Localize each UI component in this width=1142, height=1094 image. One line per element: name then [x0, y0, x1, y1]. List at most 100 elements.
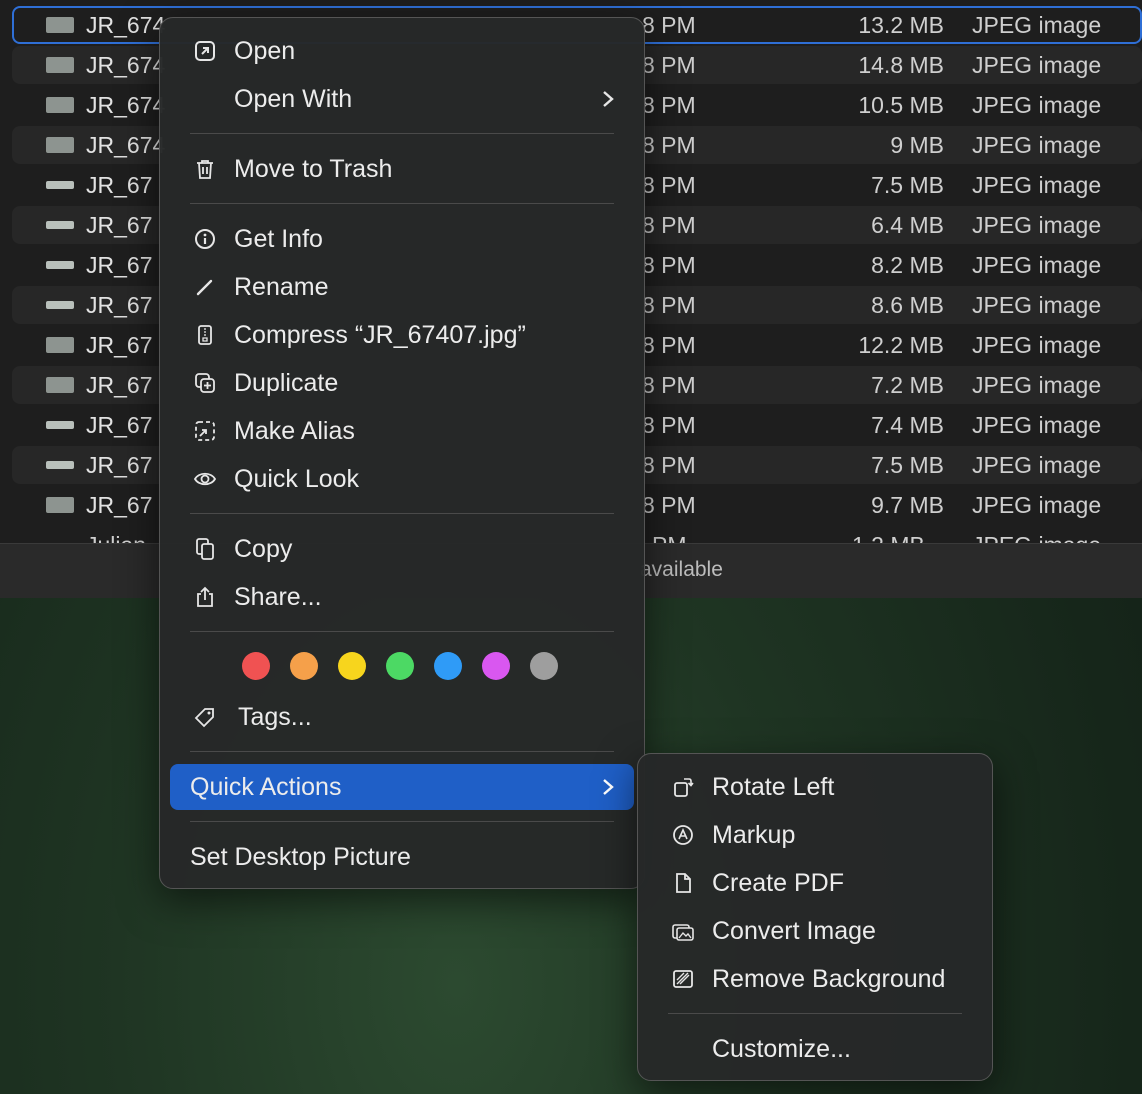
file-date: 8 PM	[642, 372, 696, 398]
file-name: JR_674	[86, 132, 166, 158]
menu-item-quick-look[interactable]: Quick Look	[170, 456, 634, 502]
menu-item-label: Create PDF	[712, 869, 844, 897]
file-size: 9 MB	[890, 132, 944, 158]
menu-item-set-desktop-picture[interactable]: Set Desktop Picture	[170, 834, 634, 880]
menu-separator	[190, 203, 614, 204]
file-size: 13.2 MB	[858, 12, 944, 38]
file-date: 8 PM	[642, 92, 696, 118]
file-date: 8 PM	[642, 412, 696, 438]
file-kind: JPEG image	[972, 12, 1102, 38]
file-kind: JPEG image	[972, 452, 1102, 478]
file-name: JR_67	[86, 492, 153, 518]
file-name: JR_674	[86, 52, 166, 78]
file-name: JR_674	[86, 12, 166, 38]
file-size: 9.7 MB	[871, 492, 944, 518]
pencil-icon	[196, 279, 213, 296]
menu-item-share[interactable]: Share...	[170, 574, 634, 620]
menu-item-make-alias[interactable]: Make Alias	[170, 408, 634, 454]
menu-item-open[interactable]: Open	[170, 28, 634, 74]
menu-item-move-to-trash[interactable]: Move to Trash	[170, 146, 634, 192]
chevron-right-icon	[603, 779, 614, 795]
tag-color-dot[interactable]	[242, 652, 270, 680]
menu-item-duplicate[interactable]: Duplicate	[170, 360, 634, 406]
file-size: 7.5 MB	[871, 172, 944, 198]
convert-image-icon	[672, 924, 694, 941]
menu-item-copy[interactable]: Copy	[170, 526, 634, 572]
context-menu: Open Open With Move to Trash Get Info Re…	[159, 17, 645, 889]
image-thumbnail-icon	[46, 497, 74, 513]
menu-item-label: Get Info	[234, 225, 323, 253]
menu-item-rename[interactable]: Rename	[170, 264, 634, 310]
file-kind: JPEG image	[972, 52, 1102, 78]
file-date: 8 PM	[642, 212, 696, 238]
menu-item-quick-actions[interactable]: Quick Actions	[170, 764, 634, 810]
menu-item-label: Rename	[234, 273, 329, 301]
image-thumbnail-icon	[46, 337, 74, 353]
menu-item-create-pdf[interactable]: Create PDF	[648, 860, 982, 906]
file-size: 8.2 MB	[871, 252, 944, 278]
menu-item-remove-background[interactable]: Remove Background	[648, 956, 982, 1002]
eye-icon	[194, 472, 216, 486]
menu-item-label: Tags...	[238, 703, 312, 731]
tag-color-dot[interactable]	[338, 652, 366, 680]
menu-item-label: Quick Look	[234, 465, 360, 493]
menu-item-get-info[interactable]: Get Info	[170, 216, 634, 262]
tag-color-dot[interactable]	[530, 652, 558, 680]
menu-item-label: Move to Trash	[234, 155, 393, 183]
duplicate-icon	[195, 373, 215, 393]
tag-color-dot[interactable]	[290, 652, 318, 680]
file-date: 8 PM	[642, 332, 696, 358]
file-kind: JPEG image	[972, 372, 1102, 398]
menu-item-compress[interactable]: Compress “JR_67407.jpg”	[170, 312, 634, 358]
image-thumbnail-icon	[46, 17, 74, 33]
markup-icon	[673, 825, 693, 845]
image-thumbnail-icon	[46, 221, 74, 229]
tag-color-dot[interactable]	[482, 652, 510, 680]
menu-item-open-with[interactable]: Open With	[170, 76, 634, 122]
file-date: 8 PM	[642, 492, 696, 518]
menu-separator	[190, 513, 614, 514]
menu-item-customize[interactable]: Customize...	[648, 1026, 982, 1072]
image-thumbnail-icon	[46, 261, 74, 269]
image-thumbnail-icon	[46, 57, 74, 73]
status-text: available	[640, 558, 723, 581]
open-icon	[195, 41, 215, 61]
file-name: JR_674	[86, 92, 166, 118]
file-size: 10.5 MB	[858, 92, 944, 118]
file-name: JR_67	[86, 212, 153, 238]
menu-item-label: Share...	[234, 583, 322, 611]
menu-item-markup[interactable]: Markup	[648, 812, 982, 858]
menu-item-label: Quick Actions	[190, 773, 342, 801]
file-kind: JPEG image	[972, 292, 1102, 318]
tag-color-dot[interactable]	[386, 652, 414, 680]
menu-item-rotate-left[interactable]: Rotate Left	[648, 764, 982, 810]
file-size: 14.8 MB	[858, 52, 944, 78]
archive-icon	[198, 325, 212, 345]
file-name: JR_67	[86, 332, 153, 358]
file-name: JR_67	[86, 292, 153, 318]
file-kind: JPEG image	[972, 172, 1102, 198]
file-name: JR_67	[86, 172, 153, 198]
share-icon	[197, 586, 213, 607]
file-name: JR_67	[86, 412, 153, 438]
tag-color-dot[interactable]	[434, 652, 462, 680]
file-size: 7.5 MB	[871, 452, 944, 478]
file-size: 7.2 MB	[871, 372, 944, 398]
menu-item-label: Open	[234, 37, 296, 65]
file-date: 8 PM	[642, 12, 696, 38]
info-icon	[195, 229, 215, 249]
menu-item-tags[interactable]: Tags...	[170, 694, 634, 740]
file-date: 8 PM	[642, 292, 696, 318]
file-name: JR_67	[86, 372, 153, 398]
menu-item-label: Make Alias	[234, 417, 355, 445]
image-thumbnail-icon	[46, 461, 74, 469]
menu-item-label: Duplicate	[234, 369, 339, 397]
menu-item-convert-image[interactable]: Convert Image	[648, 908, 982, 954]
quick-actions-submenu: Rotate Left Markup Create PDF Convert Im…	[637, 753, 993, 1081]
copy-icon	[196, 538, 214, 560]
image-thumbnail-icon	[46, 137, 74, 153]
file-kind: JPEG image	[972, 212, 1102, 238]
menu-separator	[190, 133, 614, 134]
menu-item-label: Set Desktop Picture	[190, 843, 411, 871]
menu-item-label: Remove Background	[712, 965, 946, 993]
